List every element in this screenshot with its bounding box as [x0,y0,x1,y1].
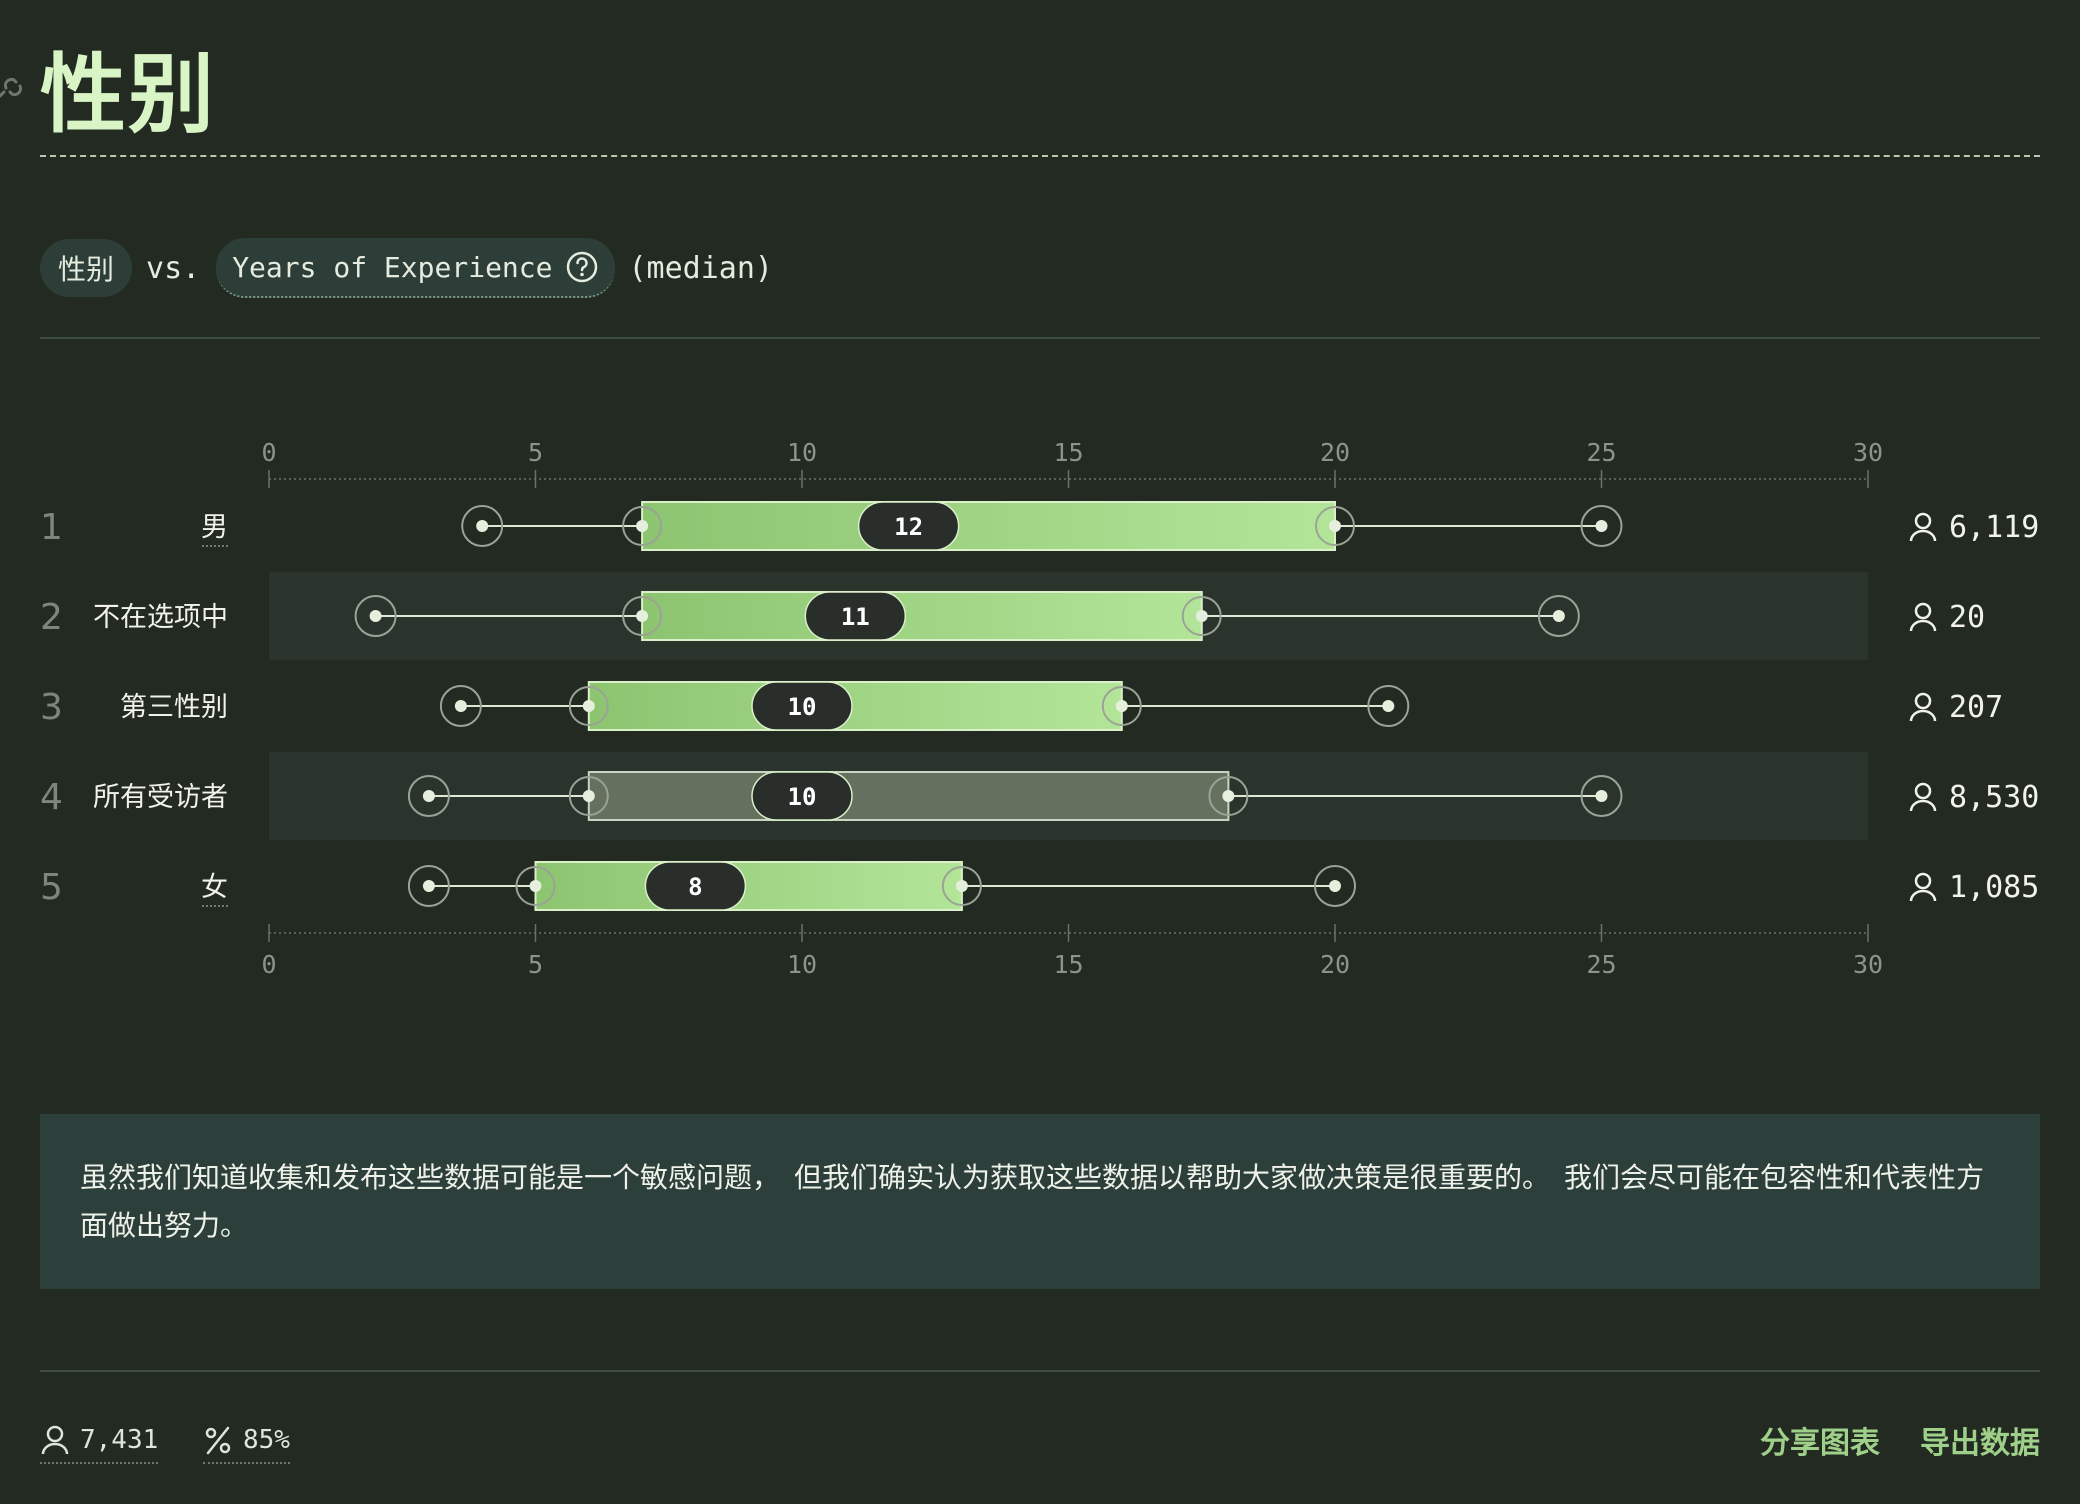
user-icon [41,1425,69,1455]
user-icon-head [1914,512,1932,530]
bottom-axis-tick-label: 0 [261,950,276,979]
user-icon-head [1914,782,1932,800]
quartile-dot [1222,790,1235,802]
row-rank: 2 [40,597,63,638]
bottom-axis-tick-label: 20 [1320,950,1350,979]
user-icon-body [1909,529,1937,542]
row-count: 20 [1949,600,1985,635]
median-value: 10 [788,693,817,721]
row-count: 207 [1949,690,2003,725]
variable-chip[interactable]: Years of Experience [216,238,615,298]
quartile-dot [636,520,649,532]
iqr-box [534,861,963,911]
user-icon [1909,872,1937,902]
top-axis-tick-label: 30 [1853,438,1883,467]
row-rank: 4 [40,777,63,818]
row-label: 第三性别 [120,692,228,723]
disclaimer-note: 虽然我们知道收集和发布这些数据可能是一个敏感问题， 但我们确实认为获取这些数据以… [40,1114,2040,1289]
quartile-dot [636,610,649,622]
help-icon[interactable] [565,250,599,284]
user-icon-body [1909,709,1937,722]
percent-value: 85% [243,1425,290,1455]
percent-icon [205,1426,231,1455]
whisker-end-dot [454,700,467,712]
iqr-box [641,591,1203,641]
median-value: 8 [688,873,702,901]
row-label: 女 [201,872,228,903]
whisker-end-dot [1595,520,1608,532]
respondents-count: 7,431 [80,1425,159,1455]
whisker-end-dot [369,610,382,622]
quartile-dot [955,880,968,892]
row-label: 所有受访者 [93,782,228,813]
iqr-box [587,771,1230,821]
subheader-divider [40,337,2040,339]
top-axis-tick-label: 0 [261,438,276,467]
median-value: 12 [894,513,923,541]
quartile-dot [582,700,595,712]
disclaimer-text: 虽然我们知道收集和发布这些数据可能是一个敏感问题， 但我们确实认为获取这些数据以… [80,1161,1985,1242]
top-axis-tick-label: 25 [1586,438,1616,467]
whisker-end-dot [476,520,489,532]
user-icon-head [1914,692,1932,710]
user-icon-body [1909,889,1937,902]
user-icon [1909,692,1937,722]
title-divider [40,155,2040,157]
whisker-end-dot [422,790,435,802]
user-icon-body [1909,619,1937,632]
bottom-axis-tick-label: 25 [1586,950,1616,979]
row-rank: 5 [40,867,63,908]
share-chart-button[interactable]: 分享图表 [1760,1418,1880,1462]
user-icon [1909,782,1937,812]
iqr-box [641,501,1336,551]
row-label: 不在选项中 [93,602,228,633]
whisker-end-dot [1382,700,1395,712]
top-axis-tick-label: 5 [528,438,543,467]
percent-stat[interactable]: 85% [203,1418,290,1464]
row-label: 男 [201,512,228,543]
user-icon [1909,512,1937,542]
quartile-dot [1329,520,1341,532]
row-count: 1,085 [1949,870,2039,905]
bottom-axis-tick-label: 5 [528,950,543,979]
quartile-dot [529,880,542,892]
stat-label: (median) [628,250,774,286]
top-axis-tick-label: 15 [1053,438,1083,467]
quartile-dot [1115,700,1128,712]
iqr-box [587,681,1123,731]
quartile-dot [1195,610,1208,622]
bottom-axis-tick-label: 10 [787,950,817,979]
median-value: 10 [788,783,817,811]
user-icon-head [1914,602,1932,620]
row-rank: 1 [40,507,63,548]
whisker-end-dot [1552,610,1565,622]
top-axis-tick-label: 20 [1320,438,1350,467]
variable-chip-label: Years of Experience [232,250,553,284]
user-icon-head [1914,872,1932,890]
chart-subheader: 性别 vs. Years of Experience (median) [40,238,773,298]
respondents-stat[interactable]: 7,431 [40,1418,159,1464]
whisker-end-dot [1329,880,1341,892]
top-axis-tick-label: 10 [787,438,817,467]
whisker-end-dot [422,880,435,892]
group-chip[interactable]: 性别 [40,239,133,297]
vs-label: vs. [146,250,201,286]
median-value: 11 [841,603,870,631]
quartile-dot [582,790,595,802]
whisker-end-dot [1595,790,1608,802]
link-icon[interactable] [0,70,26,104]
user-icon-body [1909,799,1937,812]
row-rank: 3 [40,687,63,728]
row-count: 8,530 [1949,780,2039,815]
row-count: 6,119 [1949,510,2039,545]
user-icon [1909,602,1937,632]
boxplot-chart: 0 5 10 15 20 25 30 0 5 10 15 20 25 30 1 男 12 6,119 2 不在选项中 1… [40,438,2039,979]
export-data-button[interactable]: 导出数据 [1920,1418,2040,1462]
bottom-axis-tick-label: 15 [1053,950,1083,979]
page-title: 性别 [40,45,216,145]
footer-divider [40,1370,2040,1372]
bottom-axis-tick-label: 30 [1853,950,1883,979]
